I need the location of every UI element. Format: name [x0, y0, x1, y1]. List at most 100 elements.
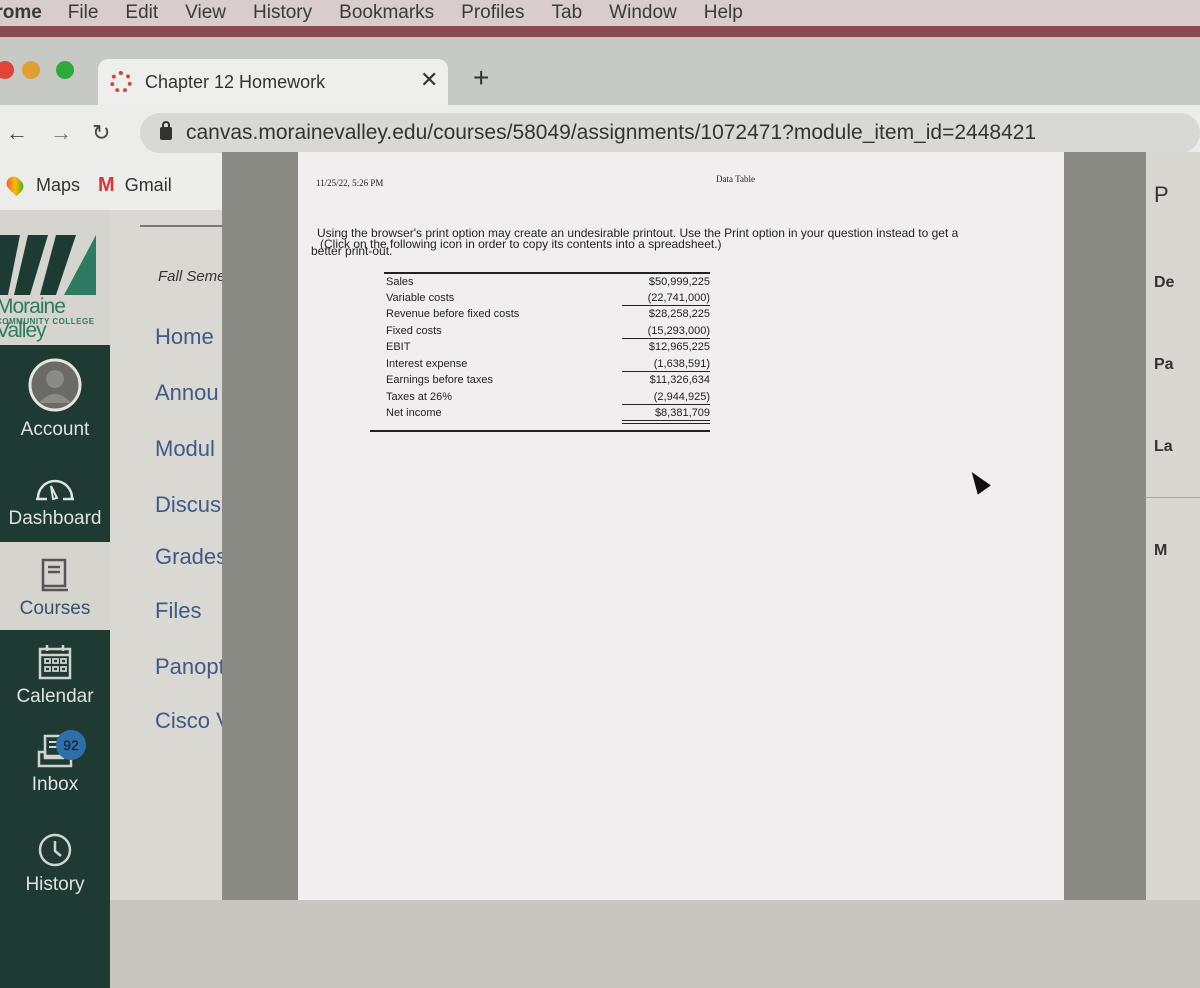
table-row-earnings-before-taxes: Earnings before taxes $11,326,634 — [384, 372, 710, 388]
row-label: Revenue before fixed costs — [386, 308, 520, 320]
nav-label: Courses — [19, 598, 91, 619]
right-sidebar-item[interactable]: M — [1154, 542, 1167, 560]
tab-bar: Chapter 12 Homework ✕ + — [0, 37, 1200, 105]
right-sidebar-item[interactable]: La — [1154, 438, 1173, 456]
lock-icon — [160, 120, 172, 140]
table-row-net-income: Net income $8,381,709 — [384, 405, 710, 424]
url-text[interactable]: canvas.morainevalley.edu/courses/58049/a… — [186, 121, 1036, 145]
row-label: Earnings before taxes — [386, 374, 494, 386]
menu-file[interactable]: File — [68, 2, 99, 24]
maximize-window-button[interactable] — [56, 61, 74, 79]
row-label: Sales — [386, 276, 414, 288]
table-bottom-rule — [370, 430, 710, 432]
inbox-unread-badge: 92 — [56, 730, 86, 760]
courses-book-icon — [41, 558, 68, 592]
total-double-rule — [622, 420, 710, 424]
dashboard-gauge-icon — [36, 479, 74, 501]
nav-history[interactable]: History — [0, 822, 110, 900]
forward-icon[interactable]: → — [50, 120, 72, 146]
print-header-title: Data Table — [716, 174, 755, 184]
table-row-variable-costs: Variable costs (22,741,000) — [384, 290, 710, 306]
close-tab-icon[interactable]: ✕ — [420, 67, 438, 93]
print-header-date: 11/25/22, 5:26 PM — [316, 178, 384, 188]
menu-window[interactable]: Window — [609, 2, 677, 24]
row-value: (2,944,925) — [653, 391, 710, 403]
history-clock-icon — [38, 833, 72, 867]
divider — [140, 225, 230, 227]
menu-profiles[interactable]: Profiles — [461, 2, 524, 24]
right-sidebar-item[interactable]: De — [1154, 274, 1174, 292]
row-value: (15,293,000) — [647, 325, 710, 337]
back-icon[interactable]: ← — [6, 120, 28, 146]
canvas-icon — [110, 71, 132, 93]
maps-pin-icon — [3, 173, 27, 197]
bookmarks-bar: Maps M Gmail — [0, 160, 230, 210]
account-avatar-icon — [28, 358, 82, 412]
right-sidebar-item[interactable]: Pa — [1154, 356, 1174, 374]
tab-title: Chapter 12 Homework — [145, 71, 326, 92]
nav-inbox[interactable]: Inbox — [0, 730, 110, 820]
right-sidebar: P De Pa La M — [1146, 152, 1200, 900]
row-value: $11,326,634 — [649, 374, 710, 386]
row-label: Variable costs — [386, 292, 455, 304]
table-row-ebit: EBIT $12,965,225 — [384, 339, 710, 355]
course-nav-files[interactable]: Files — [155, 598, 201, 624]
menu-bar: Chrome File Edit View History Bookmarks … — [0, 0, 1200, 26]
course-navigation: Fall Seme Home Annou Modul Discus Grades… — [110, 210, 231, 900]
course-nav-modules[interactable]: Modul — [155, 436, 215, 462]
divider — [1146, 497, 1200, 498]
print-preview-page: 11/25/22, 5:26 PM Data Table Using the b… — [298, 152, 1064, 900]
right-sidebar-item[interactable]: P — [1154, 182, 1169, 208]
gmail-icon: M — [98, 173, 115, 196]
logo-mark-icon — [0, 235, 96, 295]
tab-chapter-12-homework[interactable]: Chapter 12 Homework — [98, 59, 448, 105]
nav-label: Dashboard — [8, 508, 102, 529]
menu-app-name[interactable]: Chrome — [0, 2, 42, 24]
table-row-fixed-costs: Fixed costs (15,293,000) — [384, 323, 710, 339]
course-nav-grades[interactable]: Grades — [155, 544, 227, 570]
close-window-button[interactable] — [0, 61, 14, 79]
row-label: Interest expense — [386, 358, 468, 370]
nav-label: Account — [20, 419, 90, 440]
calendar-icon — [38, 645, 72, 680]
menu-help[interactable]: Help — [704, 2, 743, 24]
menu-edit[interactable]: Edit — [125, 2, 158, 24]
table-row-interest-expense: Interest expense (1,638,591) — [384, 356, 710, 372]
menu-bookmarks[interactable]: Bookmarks — [339, 2, 434, 24]
nav-dashboard[interactable]: Dashboard — [0, 450, 110, 542]
row-label: Net income — [386, 407, 442, 419]
bookmark-gmail[interactable]: M Gmail — [98, 174, 172, 197]
bookmark-maps[interactable]: Maps — [3, 173, 81, 197]
nav-label: History — [25, 874, 85, 895]
row-value: $12,965,225 — [648, 341, 710, 353]
table-row-taxes: Taxes at 26% (2,944,925) — [384, 389, 710, 405]
menu-tab[interactable]: Tab — [552, 2, 583, 24]
print-note-line3: better print-out. — [311, 244, 393, 258]
nav-courses[interactable]: Courses — [0, 542, 110, 630]
table-row-sales: Sales $50,999,225 — [384, 274, 710, 290]
course-nav-cisco[interactable]: Cisco V — [155, 708, 231, 734]
global-navigation: Moraine Valley COMMUNITY COLLEGE Account… — [0, 210, 110, 988]
nav-label: Calendar — [16, 686, 94, 707]
table-row-revenue-before-fixed-costs: Revenue before fixed costs $28,258,225 — [384, 306, 710, 322]
moraine-valley-logo[interactable]: Moraine Valley COMMUNITY COLLEGE — [0, 235, 100, 342]
course-nav-announcements[interactable]: Annou — [155, 380, 219, 406]
nav-account[interactable]: Account — [0, 345, 110, 450]
bookmark-label: Maps — [36, 174, 81, 195]
course-nav-home[interactable]: Home — [155, 324, 214, 350]
course-nav-panopto[interactable]: Panopt — [155, 654, 225, 680]
minimize-window-button[interactable] — [22, 61, 40, 79]
menu-view[interactable]: View — [185, 2, 226, 24]
new-tab-button[interactable]: + — [473, 62, 489, 94]
address-bar[interactable]: canvas.morainevalley.edu/courses/58049/a… — [140, 113, 1200, 153]
bookmark-label: Gmail — [124, 174, 172, 195]
row-label: Taxes at 26% — [386, 391, 453, 403]
menu-history[interactable]: History — [253, 2, 312, 24]
course-nav-discussions[interactable]: Discus — [155, 492, 221, 518]
row-label: EBIT — [386, 341, 411, 353]
row-value: (1,638,591) — [653, 358, 710, 370]
row-value: $8,381,709 — [654, 407, 710, 419]
logo-subtext: COMMUNITY COLLEGE — [0, 317, 95, 326]
reload-icon[interactable]: ↻ — [92, 120, 110, 146]
row-value: $50,999,225 — [648, 276, 710, 288]
